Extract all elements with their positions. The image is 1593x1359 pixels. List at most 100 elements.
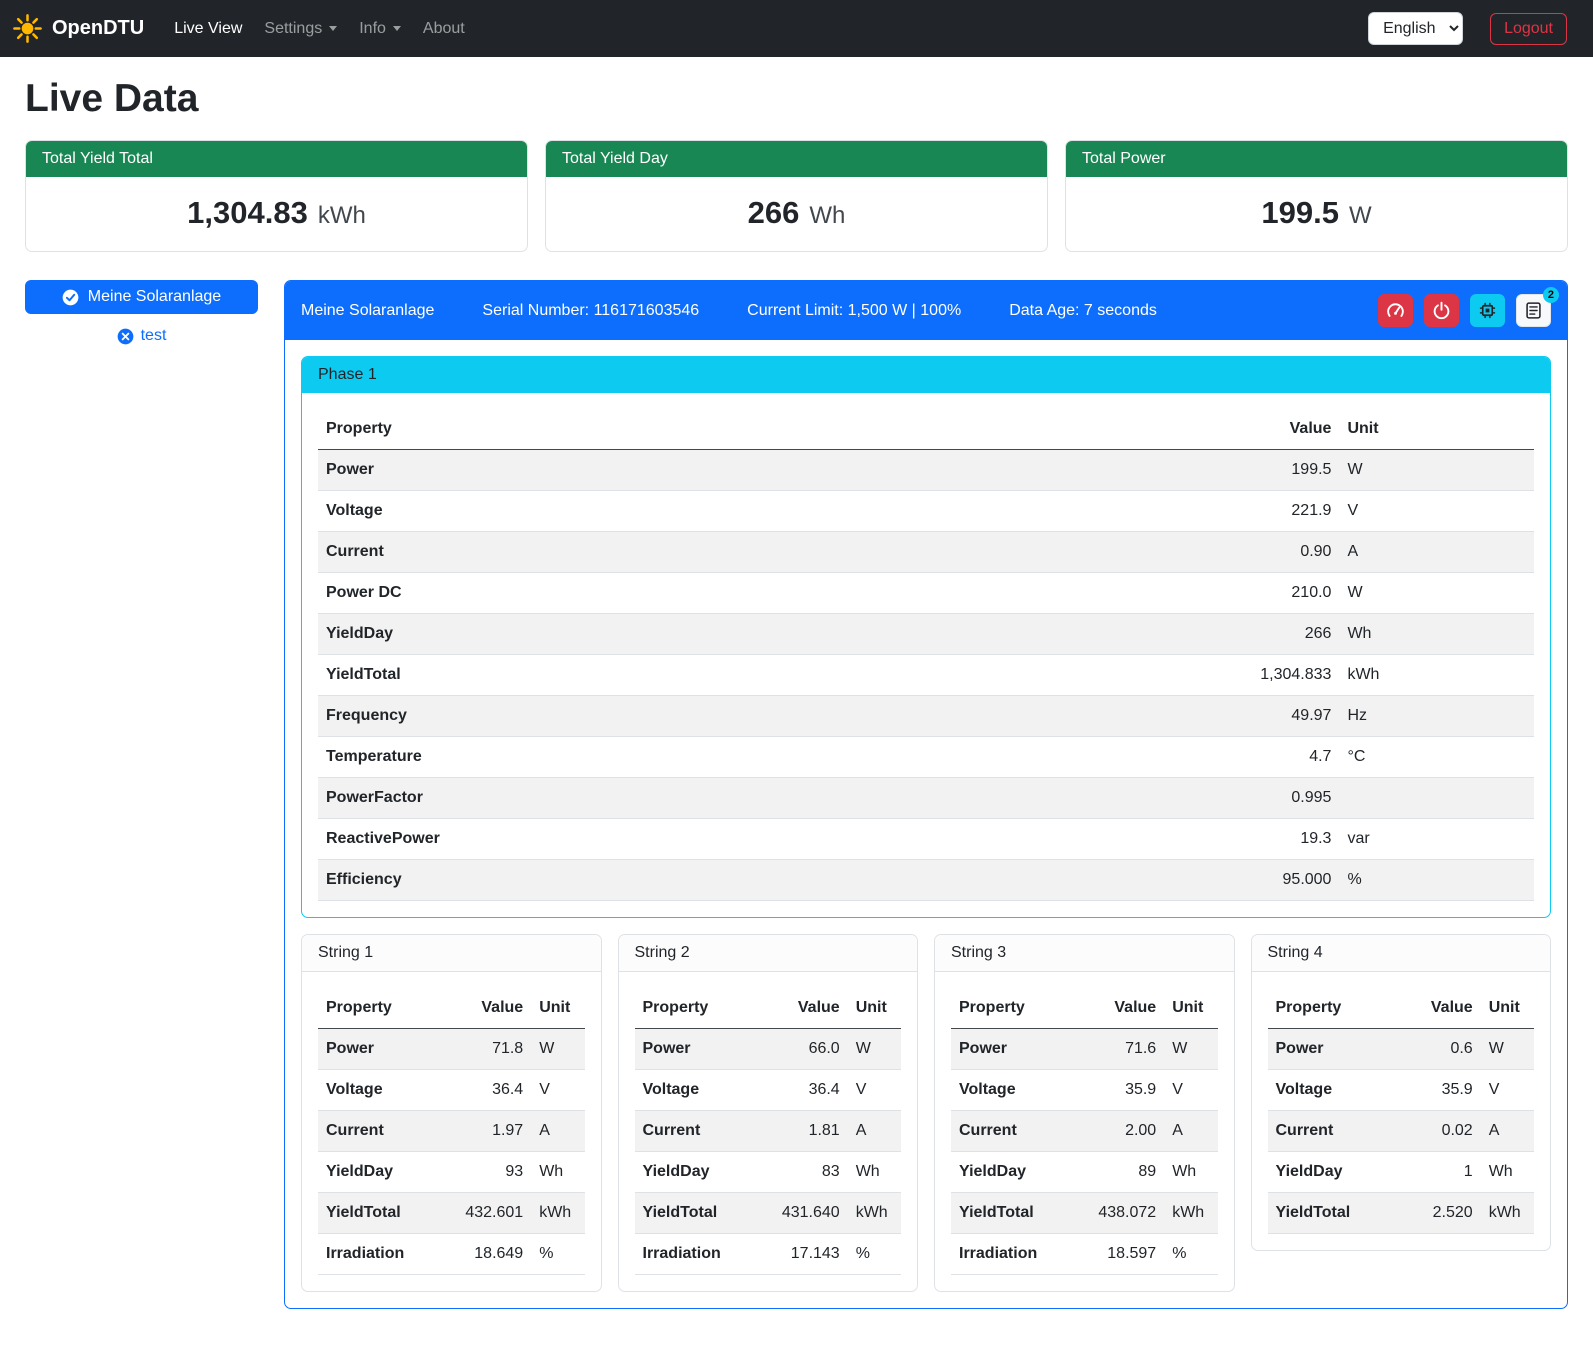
table-row: Current 1.81 A	[635, 1111, 902, 1152]
value-cell: 221.9	[1218, 491, 1340, 532]
value-cell: 1.81	[773, 1111, 848, 1152]
value-header: Value	[773, 988, 848, 1029]
value-cell: 199.5	[1218, 450, 1340, 491]
unit-cell	[1339, 778, 1534, 819]
unit-header: Unit	[1481, 988, 1534, 1029]
event-log-button[interactable]: 2	[1516, 294, 1551, 327]
summary-card-title: Total Power	[1066, 141, 1567, 177]
property-cell: Efficiency	[318, 860, 1218, 901]
property-cell: Voltage	[1268, 1070, 1407, 1111]
chevron-down-icon	[393, 26, 401, 31]
string-table: Property Value Unit Power 66.0 W Voltage…	[635, 988, 902, 1275]
unit-cell: %	[531, 1234, 584, 1275]
unit-cell: V	[848, 1070, 901, 1111]
property-cell: YieldTotal	[318, 655, 1218, 696]
language-select[interactable]: English	[1368, 12, 1463, 45]
value-cell: 71.6	[1090, 1029, 1165, 1070]
property-cell: Current	[318, 532, 1218, 573]
summary-unit: kWh	[318, 202, 366, 230]
string-card-title: String 4	[1252, 935, 1551, 972]
journal-icon	[1524, 301, 1543, 320]
value-cell: 17.143	[773, 1234, 848, 1275]
value-cell: 210.0	[1218, 573, 1340, 614]
phase-card-title: Phase 1	[302, 357, 1550, 393]
device-info-button[interactable]	[1470, 294, 1505, 327]
property-cell: Voltage	[318, 491, 1218, 532]
summary-value: 1,304.83	[187, 195, 308, 231]
content-row: Meine Solaranlage test Meine Solaranlage…	[25, 280, 1568, 1309]
table-row: Voltage 35.9 V	[951, 1070, 1218, 1111]
table-row: Voltage 36.4 V	[318, 1070, 585, 1111]
property-cell: Irradiation	[951, 1234, 1090, 1275]
string-table: Property Value Unit Power 0.6 W Voltage …	[1268, 988, 1535, 1234]
table-row: Frequency 49.97 Hz	[318, 696, 1534, 737]
power-icon	[1432, 301, 1451, 320]
summary-unit: Wh	[809, 202, 845, 230]
unit-cell: V	[1339, 491, 1534, 532]
table-row: YieldDay 83 Wh	[635, 1152, 902, 1193]
table-row: Irradiation 18.597 %	[951, 1234, 1218, 1275]
unit-cell: W	[848, 1029, 901, 1070]
nav-settings-label: Settings	[264, 20, 322, 38]
brand[interactable]: OpenDTU	[12, 13, 144, 44]
event-count-badge: 2	[1543, 287, 1559, 303]
property-cell: PowerFactor	[318, 778, 1218, 819]
value-cell: 431.640	[773, 1193, 848, 1234]
value-cell: 266	[1218, 614, 1340, 655]
value-cell: 93	[457, 1152, 532, 1193]
property-cell: YieldDay	[951, 1152, 1090, 1193]
value-cell: 35.9	[1090, 1070, 1165, 1111]
value-cell: 2.520	[1406, 1193, 1481, 1234]
property-cell: Current	[318, 1111, 457, 1152]
inverter-button-active[interactable]: Meine Solaranlage	[25, 280, 258, 314]
summary-card-body: 199.5 W	[1066, 177, 1567, 251]
unit-header: Unit	[848, 988, 901, 1029]
check-circle-icon	[62, 289, 79, 306]
value-cell: 36.4	[773, 1070, 848, 1111]
table-row: Power 199.5 W	[318, 450, 1534, 491]
value-cell: 4.7	[1218, 737, 1340, 778]
string-table: Property Value Unit Power 71.8 W Voltage…	[318, 988, 585, 1275]
property-header: Property	[318, 988, 457, 1029]
table-header-row: Property Value Unit	[318, 409, 1534, 450]
property-cell: YieldDay	[318, 1152, 457, 1193]
limit-settings-button[interactable]	[1378, 294, 1413, 327]
summary-cards-row: Total Yield Total 1,304.83 kWh Total Yie…	[25, 140, 1568, 252]
summary-value: 199.5	[1261, 195, 1339, 231]
unit-cell: W	[1339, 450, 1534, 491]
summary-card-body: 266 Wh	[546, 177, 1047, 251]
nav-settings[interactable]: Settings	[256, 12, 345, 46]
nav-links: Live View Settings Info About	[166, 12, 1368, 46]
table-row: Irradiation 18.649 %	[318, 1234, 585, 1275]
nav-info[interactable]: Info	[351, 12, 409, 46]
property-cell: Irradiation	[318, 1234, 457, 1275]
table-header-row: Property Value Unit	[635, 988, 902, 1029]
string-card-2: String 2 Property Value Unit	[618, 934, 919, 1292]
property-header: Property	[635, 988, 774, 1029]
property-cell: YieldTotal	[951, 1193, 1090, 1234]
logout-button[interactable]: Logout	[1490, 13, 1567, 45]
unit-header: Unit	[1339, 409, 1534, 450]
property-cell: Power	[1268, 1029, 1407, 1070]
unit-cell: W	[1164, 1029, 1217, 1070]
power-control-button[interactable]	[1424, 294, 1459, 327]
value-cell: 0.90	[1218, 532, 1340, 573]
value-header: Value	[1090, 988, 1165, 1029]
property-cell: Current	[951, 1111, 1090, 1152]
inverter-button-test[interactable]: test	[109, 325, 175, 347]
unit-cell: %	[1164, 1234, 1217, 1275]
property-cell: Frequency	[318, 696, 1218, 737]
inverter-limit: Current Limit: 1,500 W | 100%	[747, 302, 961, 320]
table-row: Power 0.6 W	[1268, 1029, 1535, 1070]
nav-about[interactable]: About	[415, 12, 473, 46]
inverter-sidebar: Meine Solaranlage test	[25, 280, 258, 347]
nav-live-view[interactable]: Live View	[166, 12, 250, 46]
property-cell: YieldDay	[318, 614, 1218, 655]
value-cell: 66.0	[773, 1029, 848, 1070]
table-row: PowerFactor 0.995	[318, 778, 1534, 819]
table-header-row: Property Value Unit	[951, 988, 1218, 1029]
sun-icon	[12, 13, 43, 44]
value-cell: 0.6	[1406, 1029, 1481, 1070]
table-row: Voltage 35.9 V	[1268, 1070, 1535, 1111]
string-card-3: String 3 Property Value Unit	[934, 934, 1235, 1292]
